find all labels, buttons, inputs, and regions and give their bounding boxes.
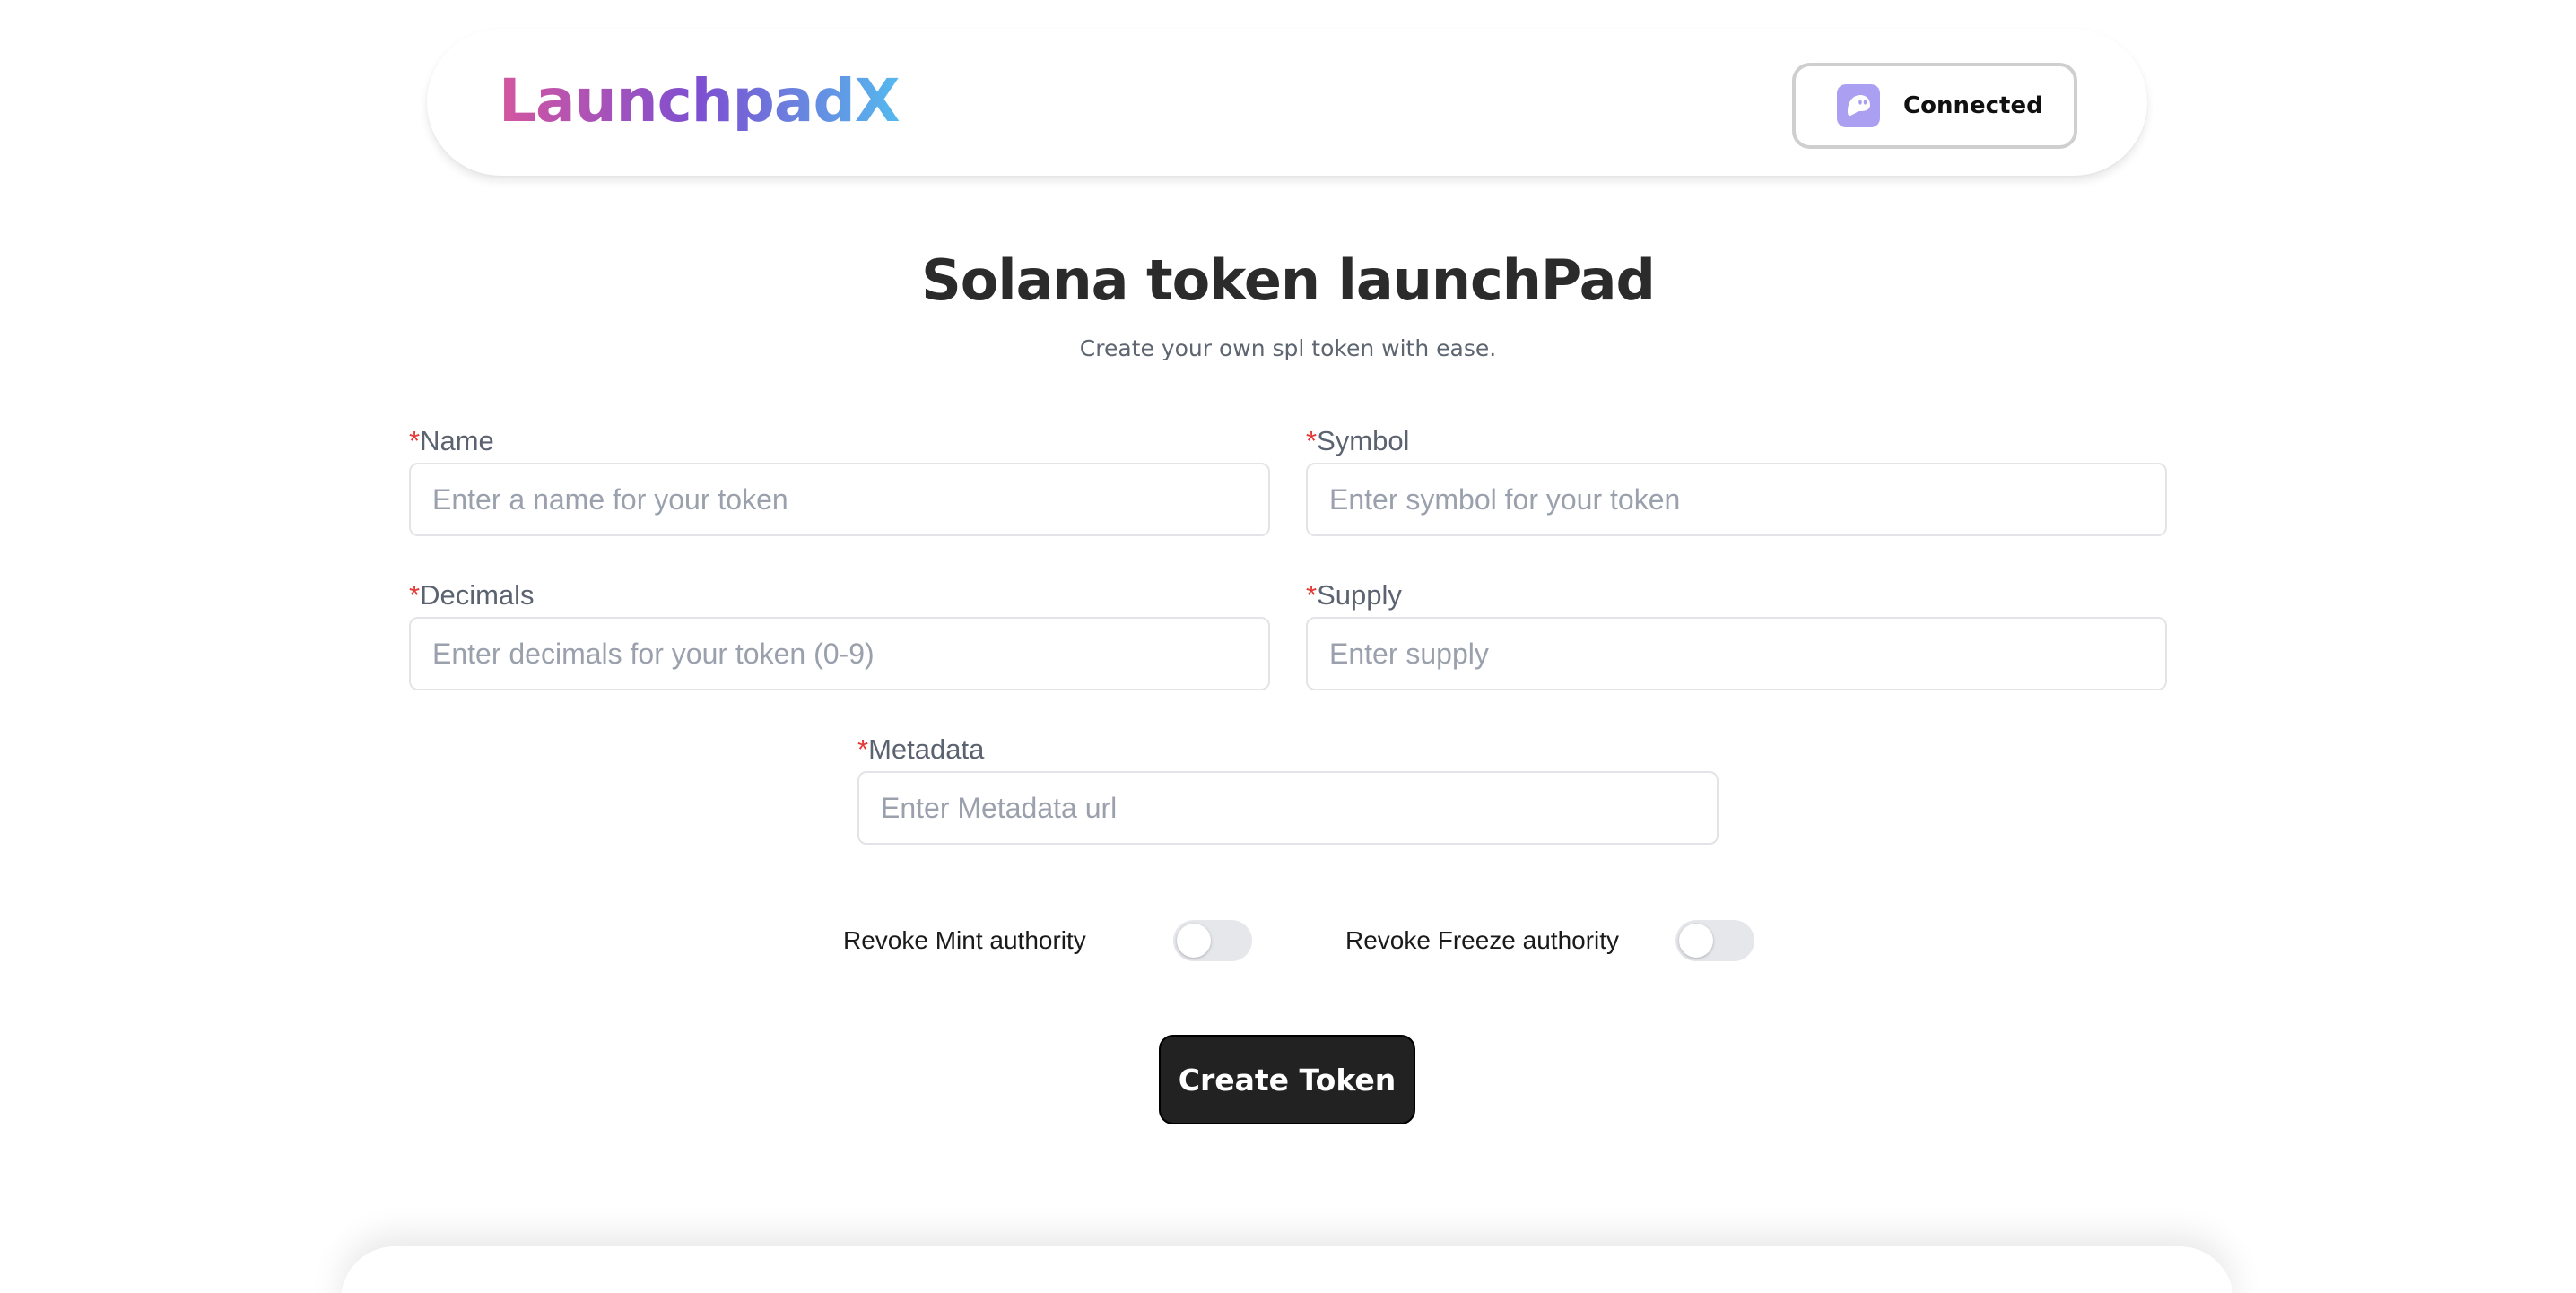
page: LaunchpadX Connected Solana token launch…	[0, 0, 2576, 1293]
metadata-field: *Metadata	[857, 735, 1719, 845]
revoke-mint-label: Revoke Mint authority	[843, 926, 1086, 954]
name-label: *Name	[409, 427, 1270, 463]
supply-label-text: Supply	[1317, 579, 1402, 611]
revoke-mint-toggle-group: Revoke Mint authority	[843, 920, 1252, 961]
switch-knob	[1679, 924, 1713, 958]
name-label-text: Name	[420, 425, 494, 456]
logo[interactable]: LaunchpadX	[499, 72, 901, 131]
decimals-input[interactable]	[409, 617, 1270, 690]
revoke-freeze-switch[interactable]	[1675, 920, 1754, 961]
symbol-input[interactable]	[1306, 463, 2167, 536]
revoke-freeze-label: Revoke Freeze authority	[1345, 926, 1620, 954]
switch-knob	[1177, 924, 1211, 958]
create-token-button[interactable]: Create Token	[1159, 1035, 1415, 1124]
wallet-connect-button[interactable]: Connected	[1792, 63, 2077, 149]
symbol-label: *Symbol	[1306, 427, 2167, 463]
top-navbar: LaunchpadX Connected	[427, 29, 2147, 176]
supply-input[interactable]	[1306, 617, 2167, 690]
decimals-field: *Decimals	[409, 581, 1270, 690]
required-marker: *	[857, 733, 869, 765]
metadata-label: *Metadata	[857, 735, 1719, 771]
wallet-connect-label: Connected	[1903, 92, 2043, 119]
page-title: Solana token launchPad	[921, 247, 1656, 313]
revoke-freeze-toggle-group: Revoke Freeze authority	[1345, 920, 1754, 961]
decimals-label: *Decimals	[409, 581, 1270, 617]
metadata-label-text: Metadata	[868, 733, 985, 765]
name-input[interactable]	[409, 463, 1270, 536]
page-subtitle: Create your own spl token with ease.	[1079, 335, 1497, 361]
required-marker: *	[409, 425, 421, 456]
name-field: *Name	[409, 427, 1270, 536]
required-marker: *	[1306, 579, 1318, 611]
supply-field: *Supply	[1306, 581, 2167, 690]
phantom-ghost-icon	[1837, 84, 1880, 127]
symbol-label-text: Symbol	[1317, 425, 1410, 456]
metadata-input[interactable]	[857, 771, 1719, 845]
symbol-field: *Symbol	[1306, 427, 2167, 536]
required-marker: *	[409, 579, 421, 611]
supply-label: *Supply	[1306, 581, 2167, 617]
revoke-mint-switch[interactable]	[1173, 920, 1252, 961]
bottom-card-edge	[341, 1246, 2233, 1293]
required-marker: *	[1306, 425, 1318, 456]
decimals-label-text: Decimals	[420, 579, 535, 611]
